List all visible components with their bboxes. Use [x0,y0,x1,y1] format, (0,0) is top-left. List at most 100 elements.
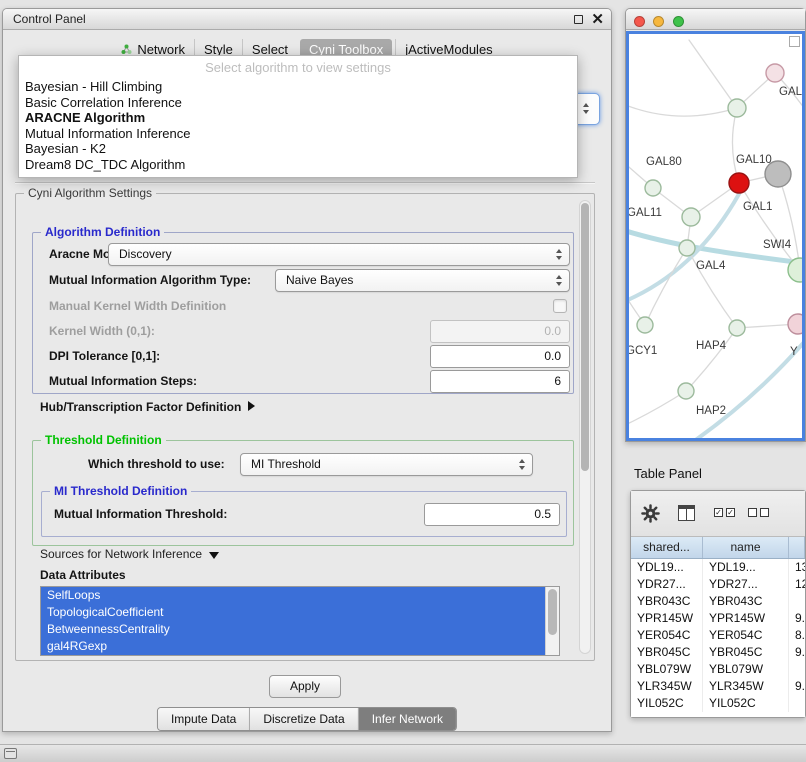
algorithm-option-bayesian-hill-climbing[interactable]: Bayesian - Hill Climbing [19,79,577,95]
network-node[interactable] [766,64,784,82]
hub-definition-toggle[interactable]: Hub/Transcription Factor Definition [40,396,255,419]
network-node[interactable] [678,383,694,399]
table-row[interactable]: YDR27...YDR27...12 [631,576,805,593]
scroll-corner [789,36,800,47]
which-threshold-select[interactable]: MI Threshold [240,453,533,476]
network-node-label: GCY1 [629,345,657,357]
mi-type-select[interactable]: Naive Bayes [275,269,570,292]
table-row[interactable]: YIL052CYIL052C [631,695,805,712]
attribute-item-selfloops[interactable]: SelfLoops [41,587,545,604]
network-window-titlebar[interactable] [626,9,805,30]
deselect-all-checkboxes-icon[interactable] [748,508,769,517]
show-columns-icon[interactable] [678,505,695,526]
close-icon[interactable]: ✕ [591,14,604,25]
network-node-label: Y [790,346,798,358]
zoom-traffic-light-icon[interactable] [673,16,684,27]
table-row[interactable]: YBL079WYBL079W [631,661,805,678]
apply-button[interactable]: Apply [269,675,341,698]
table-cell [789,593,805,610]
close-traffic-light-icon[interactable] [634,16,645,27]
attr-list-scrollbar-thumb[interactable] [548,589,557,635]
attribute-item-gal4rgexp[interactable]: gal4RGexp [41,638,545,655]
minimize-traffic-light-icon[interactable] [653,16,664,27]
network-edge [629,104,737,116]
table-panel-window: ✓✓ shared... name YDL19...YDL19...13YDR2… [630,490,806,718]
algorithm-option-mutual-information-inference[interactable]: Mutual Information Inference [19,126,577,142]
combo-arrows-icon [556,249,562,260]
attr-items: SelfLoopsTopologicalCoefficientBetweenne… [41,587,559,655]
table-row[interactable]: YLR345WYLR345W9. [631,678,805,695]
mi-threshold-field[interactable]: 0.5 [424,503,560,526]
table-row[interactable]: YDL19...YDL19...13 [631,559,805,576]
mi-type-value: Naive Bayes [286,273,353,287]
control-panel-titlebar[interactable]: Control Panel ✕ [3,9,611,30]
network-node-label: GAL10 [736,154,772,166]
network-node[interactable] [728,99,746,117]
table-row[interactable]: YER054CYER054C8. [631,627,805,644]
network-node[interactable] [637,317,653,333]
dpi-tolerance-field[interactable]: 0.0 [430,345,570,368]
table-row[interactable]: YPR145WYPR145W9. [631,610,805,627]
aracne-mode-select[interactable]: Discovery [108,243,570,266]
network-edge [732,108,739,183]
table-cell [789,695,805,712]
column-header-shared-name[interactable]: shared... [631,537,703,558]
network-graph: GAL7GAL80GAL10GAL11GAL1SWI4GAL4GCY1HAP4H… [629,34,804,440]
table-panel-title: Table Panel [634,466,702,481]
algorithm-option-dream8-dc-tdc-algorithm[interactable]: Dream8 DC_TDC Algorithm [19,157,577,173]
data-attributes-list[interactable]: SelfLoopsTopologicalCoefficientBetweenne… [40,586,560,656]
float-window-icon[interactable] [574,15,583,24]
mi-steps-field[interactable]: 6 [430,370,570,393]
network-node[interactable] [729,320,745,336]
network-node[interactable] [682,208,700,226]
network-node-label: SWI4 [763,239,792,251]
attribute-item-topologicalcoefficient[interactable]: TopologicalCoefficient [41,604,545,621]
select-all-checkboxes-icon[interactable]: ✓✓ [714,508,735,517]
network-node[interactable] [788,314,804,334]
desktop: Control Panel ✕ NetworkStyleSelectCyni T… [0,0,806,762]
attr-list-scrollbar[interactable] [545,587,559,655]
chevron-right-icon [248,401,255,411]
bottom-tab-discretize-data[interactable]: Discretize Data [249,708,357,730]
table-row[interactable]: YBR043CYBR043C [631,593,805,610]
network-node[interactable] [679,240,695,256]
mi-threshold-group: MI Threshold Definition Mutual Informati… [41,491,567,537]
network-tab-icon [121,44,132,55]
algorithm-option-bayesian-k2[interactable]: Bayesian - K2 [19,141,577,157]
manual-kernel-checkbox[interactable] [553,299,567,313]
attribute-item-betweennesscentrality[interactable]: BetweennessCentrality [41,621,545,638]
settings-scrollbar-thumb[interactable] [581,203,589,471]
column-header-name[interactable]: name [703,537,789,558]
sources-toggle[interactable]: Sources for Network Inference [40,543,219,566]
window-title: Control Panel [13,12,86,26]
combo-arrows-icon [583,103,589,114]
network-canvas[interactable]: GAL7GAL80GAL10GAL11GAL1SWI4GAL4GCY1HAP4H… [626,31,805,441]
bottom-tab-bar: Impute DataDiscretize DataInfer Network [157,707,457,731]
table-cell: YBL079W [703,661,789,678]
kernel-width-field[interactable]: 0.0 [430,320,570,343]
table-cell: YDR27... [703,576,789,593]
data-attributes-label: Data Attributes [40,564,126,587]
algorithm-option-basic-correlation-inference[interactable]: Basic Correlation Inference [19,95,577,111]
restore-panel-icon[interactable] [4,748,17,759]
bottom-tab-impute-data[interactable]: Impute Data [158,708,249,730]
gear-icon[interactable] [641,504,660,528]
table-header-row: shared... name [631,537,805,559]
algorithm-definition-title: Algorithm Definition [41,225,164,239]
table-cell: 9. [789,644,805,661]
network-node[interactable] [645,180,661,196]
network-node-label: HAP4 [696,340,727,352]
algorithm-placeholder[interactable]: Select algorithm to view settings [19,56,577,79]
dpi-tolerance-label: DPI Tolerance [0,1]: [49,345,160,368]
table-cell: YBR045C [631,644,703,661]
column-header-extra[interactable] [789,537,805,558]
algorithm-option-aracne-algorithm[interactable]: ARACNE Algorithm [19,110,577,126]
network-node[interactable] [729,173,749,193]
aracne-mode-value: Discovery [119,247,172,261]
table-row[interactable]: YBR045CYBR045C9. [631,644,805,661]
chevron-down-icon [209,552,219,559]
bottom-tab-infer-network[interactable]: Infer Network [358,708,456,730]
table-cell: 9. [789,678,805,695]
settings-scrollbar[interactable] [579,200,591,654]
network-edge [686,328,737,391]
